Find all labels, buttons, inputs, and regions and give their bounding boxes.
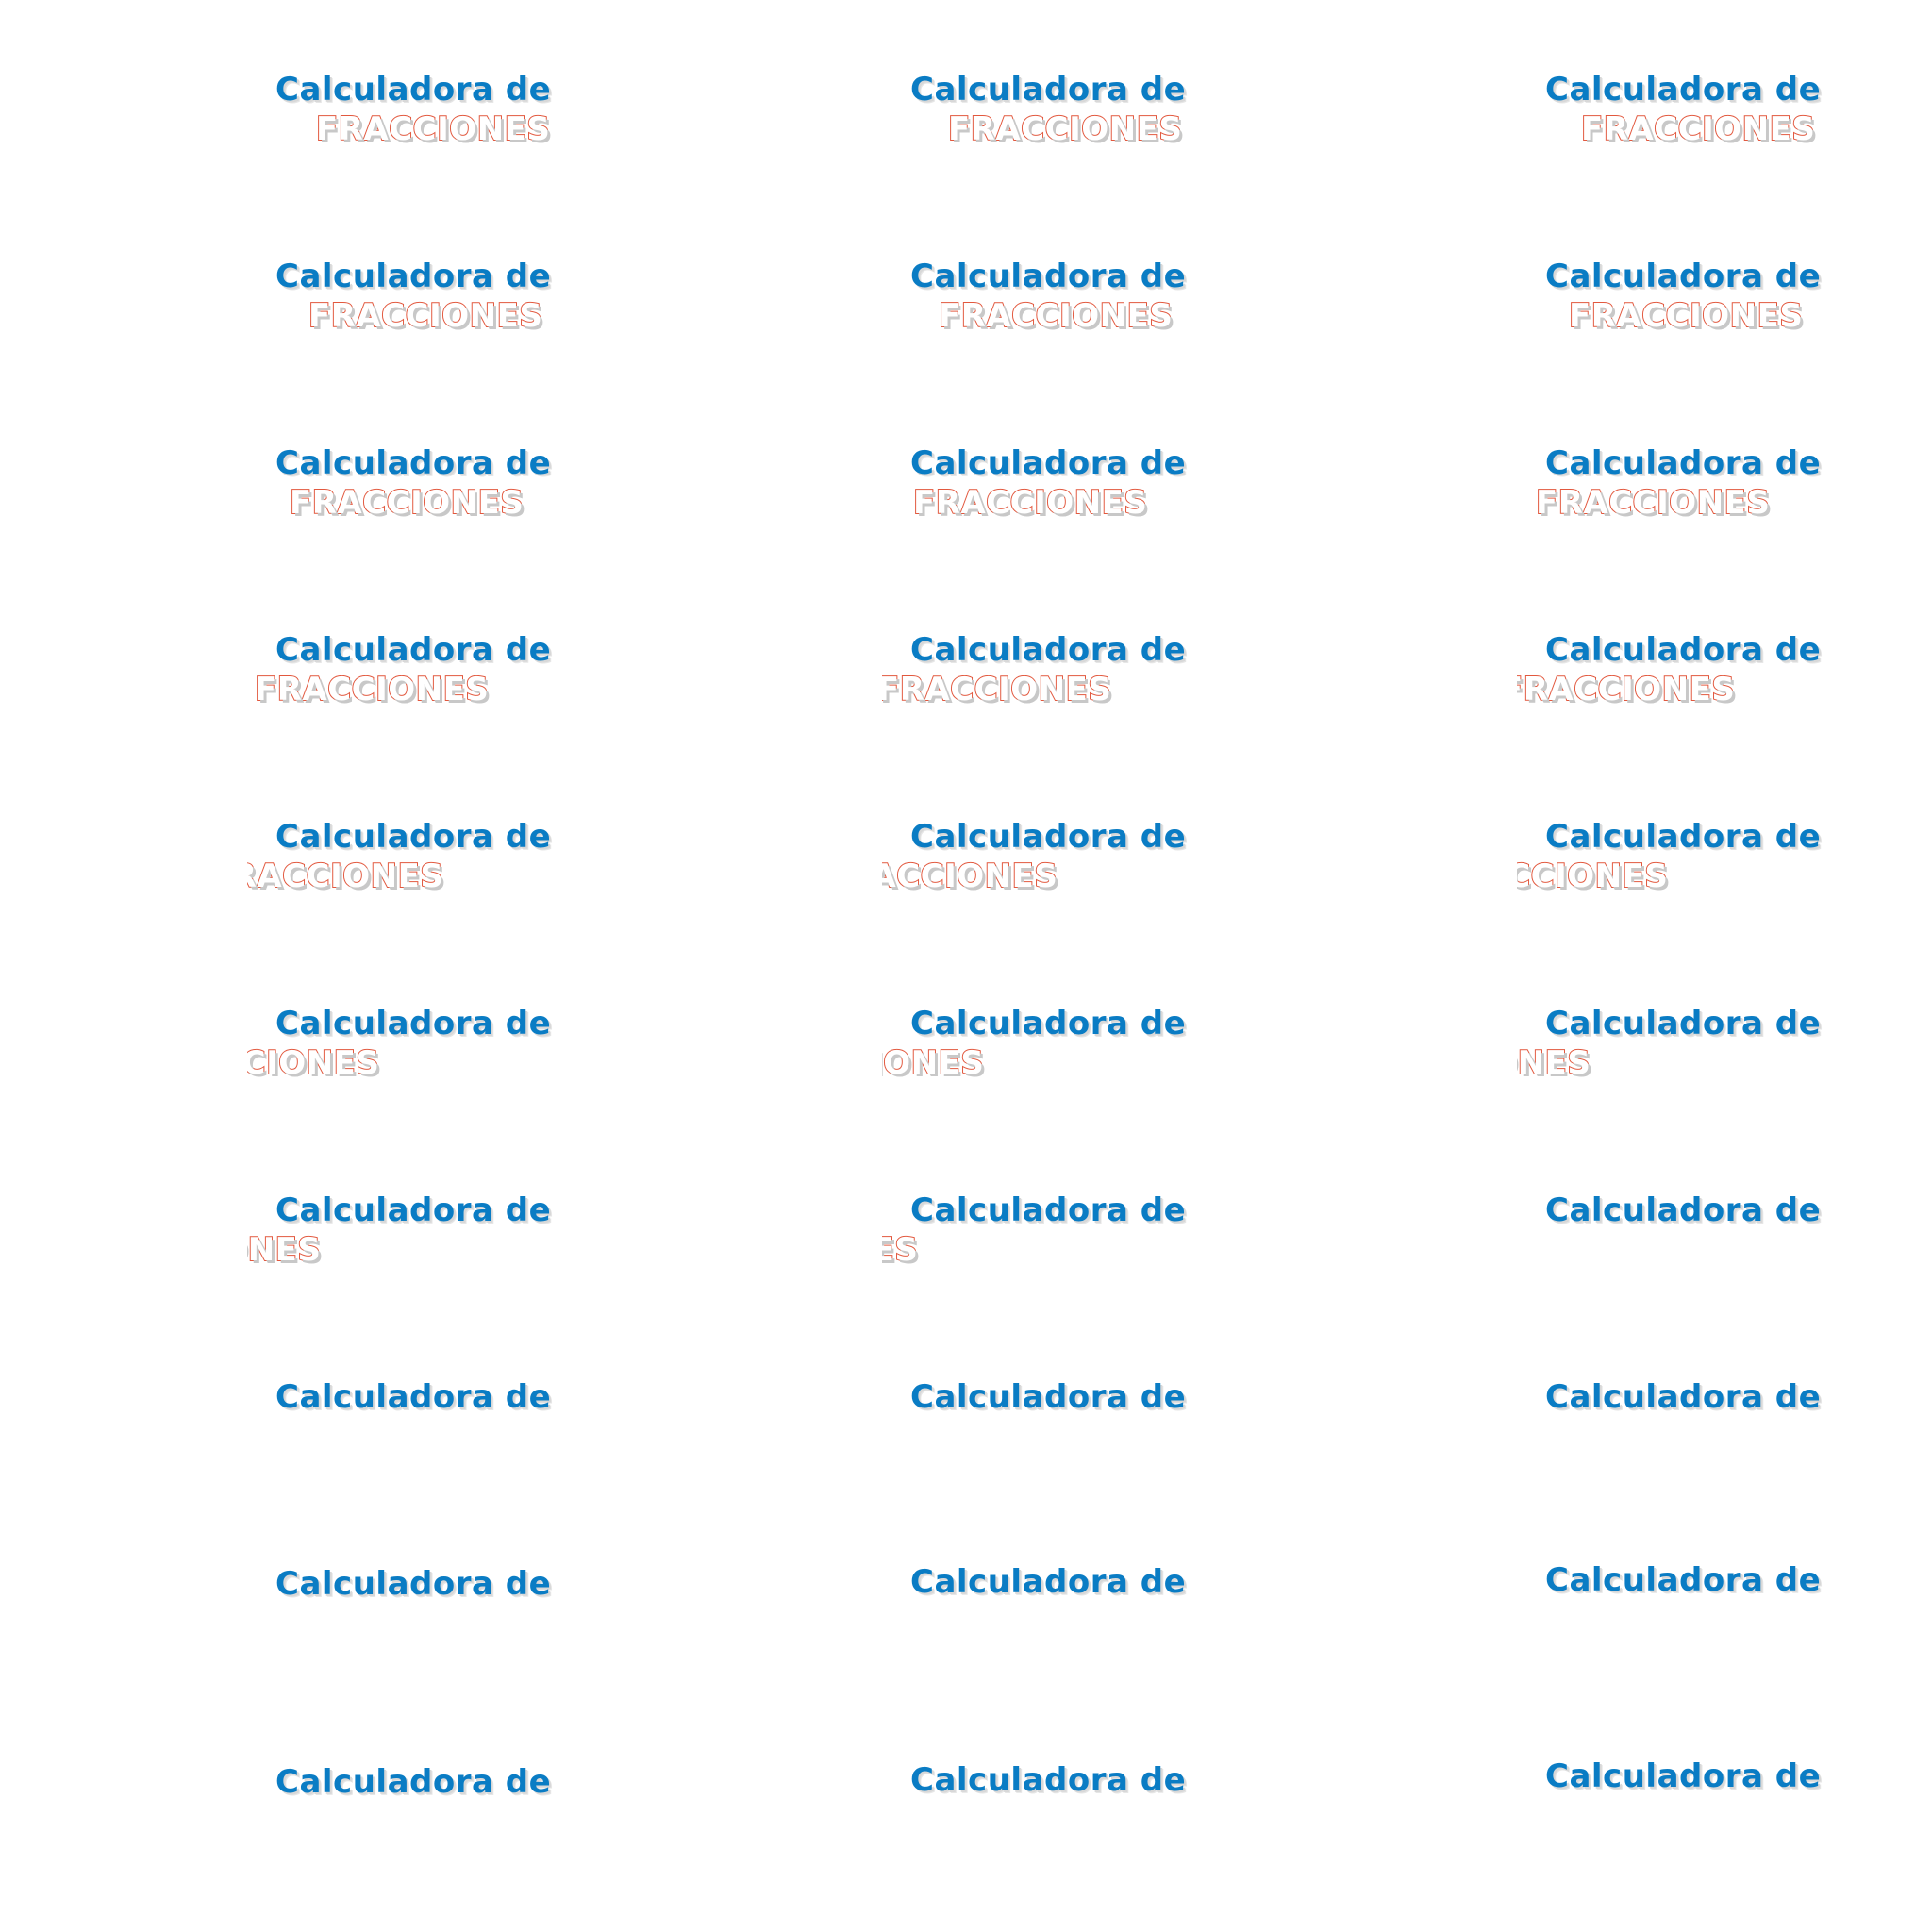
- logo-frame: Calculadora de: [247, 1709, 587, 1841]
- logo-title-line2: FRACCIONES: [247, 1231, 322, 1269]
- logo-title-line1: Calculadora de: [1545, 71, 1822, 108]
- logo-title-line1: Calculadora de: [910, 71, 1187, 108]
- logo-title-line2: FRACCIONES: [308, 297, 543, 335]
- logo-frame: Calculadora deFRACCIONES: [247, 206, 587, 338]
- logo-frame: Calculadora de: [882, 1326, 1222, 1458]
- logo-frame: Calculadora deFRACCIONES: [882, 766, 1222, 898]
- logo-frame: Calculadora deFRACCIONES: [882, 953, 1222, 1085]
- logo-title-line1: Calculadora de: [910, 1005, 1187, 1042]
- logo-title-line1: Calculadora de: [275, 1763, 552, 1801]
- logo-animation-sheet: Calculadora de FRACCIONES Calculadora de FR…: [0, 0, 1932, 1932]
- logo-title-line1: Calculadora de: [910, 1563, 1187, 1601]
- logo-frame: Calculadora deFRACCIONES: [1517, 579, 1857, 711]
- logo-title-line1: Calculadora de: [275, 71, 552, 108]
- logo-title-line1: Calculadora de: [1545, 1191, 1822, 1229]
- logo-title-line2: FRACCIONES: [254, 671, 490, 708]
- logo-title-line2: FRACCIONES: [1580, 110, 1816, 148]
- logo-frame: Calculadora de: [1517, 1140, 1857, 1272]
- logo-title-line2: FRACCIONES: [938, 297, 1174, 335]
- logo-frame: Calculadora deFRACCIONES: [247, 1140, 587, 1272]
- logo-title-line1: Calculadora de: [1545, 1005, 1822, 1042]
- logo-title-line1: Calculadora de: [1545, 258, 1822, 295]
- logo-frame: Calculadora de: [882, 1511, 1222, 1643]
- logo-frame: Calculadora deFRACCIONES: [1517, 19, 1857, 151]
- logo-title-line1: Calculadora de: [910, 1378, 1187, 1416]
- logo-title-line2: FRACCIONES: [1535, 484, 1771, 522]
- logo-frame: Calculadora de: [1517, 1511, 1857, 1643]
- logo-frame: Calculadora deFRACCIONES: [882, 19, 1222, 151]
- logo-title-line1: Calculadora de: [910, 818, 1187, 856]
- logo-title-line2: FRACCIONES: [882, 1231, 919, 1269]
- logo-title-line2: FRACCIONES: [912, 484, 1148, 522]
- logo-frame: Calculadora de: [247, 1511, 587, 1643]
- logo-title-line1: Calculadora de: [1545, 631, 1822, 669]
- logo-title-line2: FRACCIONES: [882, 1044, 985, 1082]
- logo-title-line1: Calculadora de: [275, 818, 552, 856]
- logo-title-line2: FRACCIONES: [947, 110, 1183, 148]
- logo-title-line2: FRACCIONES: [1568, 297, 1804, 335]
- logo-title-line1: Calculadora de: [1545, 818, 1822, 856]
- logo-frame: Calculadora deFRACCIONES: [882, 206, 1222, 338]
- logo-title-line1: Calculadora de: [910, 1191, 1187, 1229]
- logo-frame: Calculadora deFRACCIONES: [247, 953, 587, 1085]
- logo-frame: Calculadora deFRACCIONES: [247, 579, 587, 711]
- logo-title-line2: FRACCIONES: [289, 484, 525, 522]
- logo-title-line1: Calculadora de: [275, 258, 552, 295]
- logo-frame: Calculadora deFRACCIONES: [1517, 766, 1857, 898]
- logo-frame: Calculadora deFRACCIONES: [247, 19, 587, 151]
- logo-title-line1: Calculadora de: [275, 444, 552, 482]
- logo-title-line1: Calculadora de: [275, 1565, 552, 1603]
- logo-title-line2: FRACCIONES: [247, 858, 444, 895]
- logo-frame: Calculadora deFRACCIONES: [882, 1140, 1222, 1272]
- logo-title-line2: FRACCIONES: [882, 858, 1058, 895]
- logo-title-line1: Calculadora de: [1545, 444, 1822, 482]
- logo-frame: Calculadora de: [247, 1326, 587, 1458]
- logo-frame: Calculadora de: [1517, 1709, 1857, 1841]
- logo-title-line1: Calculadora de: [910, 444, 1187, 482]
- logo-frame: Calculadora deFRACCIONES: [247, 766, 587, 898]
- logo-title-line2: FRACCIONES: [1517, 858, 1669, 895]
- logo-title-line1: Calculadora de: [1545, 1757, 1822, 1795]
- logo-title-line1: Calculadora de: [275, 631, 552, 669]
- logo-title-line1: Calculadora de: [910, 631, 1187, 669]
- logo-frame: Calculadora deFRACCIONES: [1517, 206, 1857, 338]
- logo-title-line2: FRACCIONES: [882, 671, 1112, 708]
- logo-frame: Calculadora deFRACCIONES: [882, 392, 1222, 525]
- logo-title-line2: FRACCIONES: [1517, 671, 1736, 708]
- logo-frame: Calculadora de: [882, 1709, 1222, 1841]
- logo-frame: Calculadora deFRACCIONES: [1517, 392, 1857, 525]
- logo-title-line1: Calculadora de: [275, 1005, 552, 1042]
- logo-title-line2: FRACCIONES: [315, 110, 551, 148]
- logo-title-line1: Calculadora de: [275, 1378, 552, 1416]
- logo-title-line2: FRACCIONES: [1517, 1044, 1591, 1082]
- logo-title-line1: Calculadora de: [275, 1191, 552, 1229]
- logo-title-line1: Calculadora de: [910, 1761, 1187, 1799]
- logo-frame: Calculadora de: [1517, 1326, 1857, 1458]
- logo-title-line2: FRACCIONES: [247, 1044, 380, 1082]
- logo-title-line1: Calculadora de: [910, 258, 1187, 295]
- logo-frame: Calculadora deFRACCIONES: [247, 392, 587, 525]
- logo-frame: Calculadora deFRACCIONES: [1517, 953, 1857, 1085]
- logo-title-line1: Calculadora de: [1545, 1561, 1822, 1599]
- logo-frame: Calculadora deFRACCIONES: [882, 579, 1222, 711]
- logo-title-line1: Calculadora de: [1545, 1378, 1822, 1416]
